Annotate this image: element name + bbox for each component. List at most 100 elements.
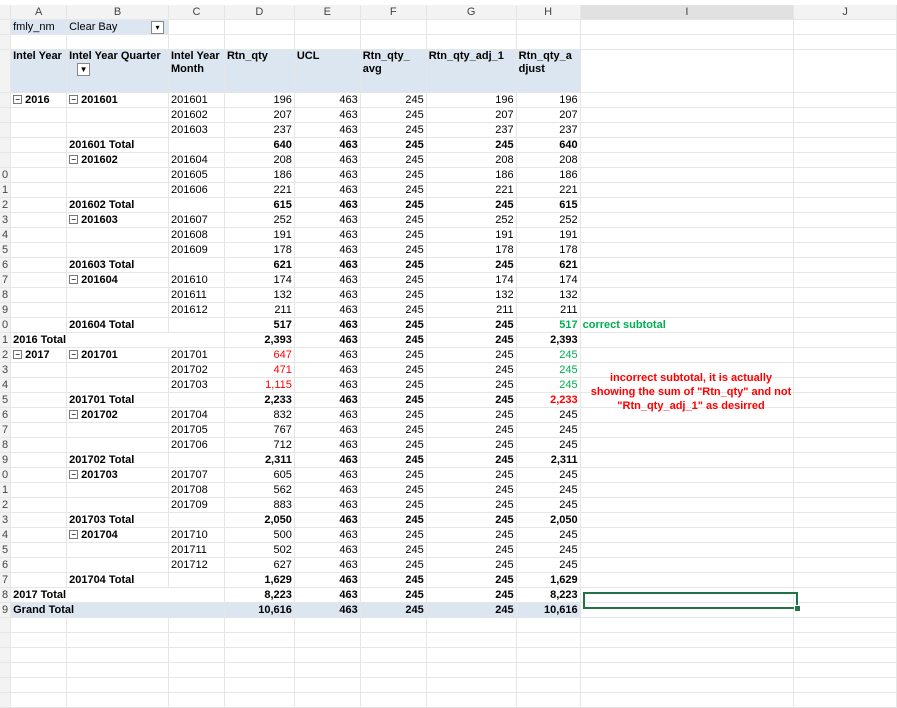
row-header[interactable]: 1 (0, 332, 12, 348)
row-header[interactable]: 3 (0, 212, 12, 228)
row-header[interactable]: 1 (0, 482, 12, 498)
quarter-cell[interactable] (66, 422, 169, 438)
quarter-cell[interactable]: −201704 (66, 527, 169, 543)
row-header[interactable]: 0 (0, 317, 12, 333)
quarter-cell[interactable] (66, 542, 169, 558)
row-header[interactable]: 7 (0, 272, 12, 288)
year-cell[interactable] (10, 302, 68, 318)
year-cell[interactable] (10, 392, 68, 408)
row-header[interactable] (0, 92, 12, 108)
fill-handle[interactable] (794, 605, 801, 612)
quarter-cell[interactable] (66, 242, 169, 258)
collapse-icon[interactable]: − (69, 350, 79, 360)
quarter-cell[interactable]: −201602 (66, 152, 169, 168)
column-header-E[interactable]: E (294, 5, 361, 20)
year-cell[interactable] (10, 557, 68, 573)
collapse-icon[interactable]: − (69, 215, 79, 225)
collapse-icon[interactable]: − (13, 350, 23, 360)
filter-value[interactable]: Clear Bay ▾ (66, 19, 169, 35)
quarter-cell[interactable]: −201702 (66, 407, 169, 423)
row-header[interactable]: 6 (0, 257, 12, 273)
row-header[interactable]: 9 (0, 452, 12, 468)
row-header[interactable]: 9 (0, 602, 12, 618)
year-cell[interactable] (10, 197, 68, 213)
row-header[interactable]: 7 (0, 422, 12, 438)
row-header[interactable] (0, 137, 12, 153)
column-header-I[interactable]: I (580, 5, 795, 20)
header-intel-year-quarter[interactable]: Intel Year Quarter▼ (66, 49, 169, 93)
quarter-cell[interactable]: −201703 (66, 467, 169, 483)
column-header-A[interactable]: A (10, 5, 68, 20)
year-cell[interactable] (10, 452, 68, 468)
quarter-cell[interactable] (66, 167, 169, 183)
header-rtn-qty-adj-1[interactable]: Rtn_qty_adj_1 (426, 49, 517, 93)
collapse-icon[interactable]: − (69, 275, 79, 285)
year-cell[interactable] (10, 407, 68, 423)
header-ucl[interactable]: UCL (294, 49, 361, 93)
filter-icon[interactable]: ▼ (77, 63, 91, 76)
header-intel-year-month[interactable]: Intel Year Month (168, 49, 225, 93)
header-rtn-qty[interactable]: Rtn_qty (224, 49, 295, 93)
year-cell[interactable] (10, 212, 68, 228)
quarter-cell[interactable] (66, 557, 169, 573)
row-header[interactable] (0, 34, 12, 50)
quarter-cell[interactable] (66, 287, 169, 303)
row-header[interactable] (0, 617, 12, 633)
header-rtn-qty-avg[interactable]: Rtn_qty_ avg (360, 49, 427, 93)
selected-cell[interactable] (583, 592, 798, 609)
collapse-icon[interactable]: − (69, 530, 79, 540)
quarter-cell[interactable]: 201604 Total (66, 317, 169, 333)
row-header[interactable]: 2 (0, 497, 12, 513)
row-header[interactable]: 0 (0, 167, 12, 183)
filter-dropdown-icon[interactable]: ▾ (150, 20, 164, 34)
year-cell[interactable] (10, 362, 68, 378)
collapse-icon[interactable]: − (69, 410, 79, 420)
row-header[interactable]: 9 (0, 302, 12, 318)
quarter-cell[interactable] (66, 227, 169, 243)
row-header[interactable]: 1 (0, 182, 12, 198)
collapse-icon[interactable]: − (69, 470, 79, 480)
quarter-cell[interactable]: −201701 (66, 347, 169, 363)
row-header[interactable]: 6 (0, 407, 12, 423)
row-header[interactable]: 5 (0, 392, 12, 408)
year-cell[interactable] (10, 572, 68, 588)
row-header[interactable] (0, 107, 12, 123)
year-cell[interactable] (10, 137, 68, 153)
row-header[interactable]: 4 (0, 527, 12, 543)
row-header[interactable] (0, 122, 12, 138)
year-cell[interactable] (10, 227, 68, 243)
year-cell[interactable] (10, 242, 68, 258)
column-header-F[interactable]: F (360, 5, 427, 20)
quarter-cell[interactable] (66, 497, 169, 513)
year-cell[interactable] (10, 482, 68, 498)
row-header[interactable]: 6 (0, 557, 12, 573)
column-header-H[interactable]: H (516, 5, 581, 20)
year-cell[interactable] (10, 467, 68, 483)
quarter-cell[interactable]: 201601 Total (66, 137, 169, 153)
quarter-cell[interactable]: 201703 Total (66, 512, 169, 528)
quarter-cell[interactable] (66, 182, 169, 198)
quarter-cell[interactable]: 201602 Total (66, 197, 169, 213)
quarter-cell[interactable]: −201601 (66, 92, 169, 108)
year-cell[interactable] (10, 542, 68, 558)
row-header[interactable]: 8 (0, 587, 12, 603)
row-header[interactable] (0, 632, 12, 648)
row-header[interactable]: 5 (0, 542, 12, 558)
year-cell[interactable] (10, 437, 68, 453)
row-header[interactable]: 3 (0, 512, 12, 528)
row-header[interactable]: 5 (0, 242, 12, 258)
quarter-cell[interactable] (66, 302, 169, 318)
year-cell[interactable] (10, 167, 68, 183)
year-cell[interactable] (10, 122, 68, 138)
corner-cell[interactable] (0, 5, 12, 20)
column-header-D[interactable]: D (224, 5, 295, 20)
row-header[interactable] (0, 647, 12, 663)
row-header[interactable]: 4 (0, 227, 12, 243)
quarter-cell[interactable]: 201702 Total (66, 452, 169, 468)
row-header[interactable]: 8 (0, 437, 12, 453)
quarter-cell[interactable]: 201603 Total (66, 257, 169, 273)
row-header[interactable] (0, 152, 12, 168)
row-header[interactable]: 2 (0, 347, 12, 363)
row-header[interactable]: 0 (0, 467, 12, 483)
quarter-cell[interactable] (66, 107, 169, 123)
